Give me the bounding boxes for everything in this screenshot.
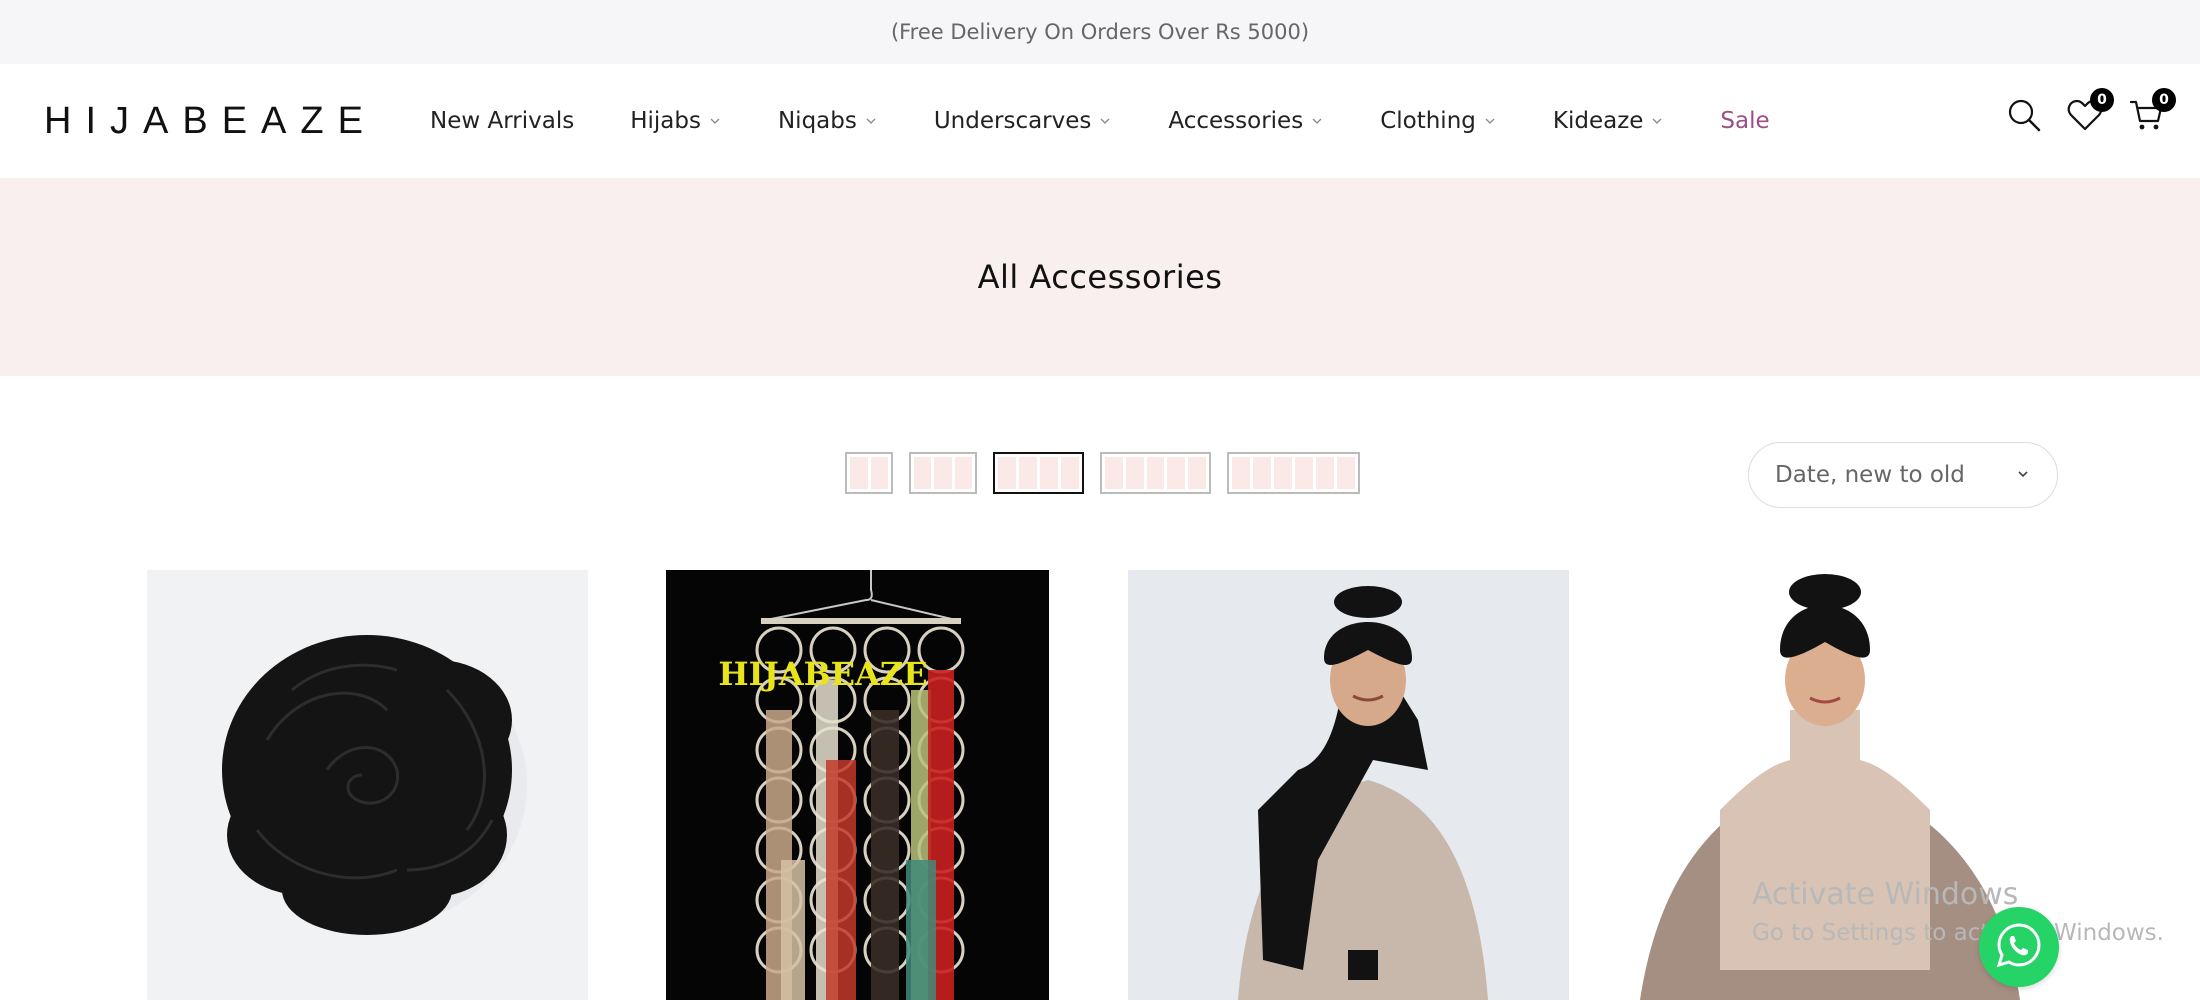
grid-2-columns-button[interactable] [845,452,893,494]
product-image[interactable] [147,570,588,1000]
cart-button[interactable]: 0 [2126,88,2176,138]
announcement-bar: (Free Delivery On Orders Over Rs 5000) [0,0,2200,64]
cart-count-badge: 0 [2152,88,2176,112]
activate-windows-watermark: Activate Windows Go to Settings to activ… [1752,876,2164,952]
chevron-down-icon [708,114,722,128]
black-flower-image [222,635,527,935]
chevron-down-icon [1650,114,1664,128]
organizer-brand-text: HIJABEAZE [718,655,927,693]
nav-item-label: Hijabs [630,108,701,134]
nav-item-label: Clothing [1380,108,1476,134]
nav-item-label: Underscarves [933,108,1092,134]
grid-6-columns-button[interactable] [1227,452,1360,494]
nav-item-niqabs[interactable]: Niqabs [778,108,878,134]
search-icon [2006,97,2042,137]
collection-hero: All Accessories [0,178,2200,376]
page-title: All Accessories [977,258,1223,296]
nav-item-label: New Arrivals [430,108,575,134]
chevron-down-icon [1310,114,1324,128]
brand-logo[interactable]: HIJABEAZE [44,100,377,143]
nav-item-clothing[interactable]: Clothing [1380,108,1497,134]
sort-selected-value: Date, new to old [1775,462,1965,488]
model-turban-cape-image [1238,586,1488,1000]
wishlist-count-badge: 0 [2090,88,2114,112]
sort-select[interactable]: Date, new to old [1748,442,2058,508]
wishlist-button[interactable]: 0 [2064,88,2114,138]
main-nav: New Arrivals Hijabs Niqabs Underscarves … [430,64,1826,178]
nav-item-new-arrivals[interactable]: New Arrivals [430,108,574,134]
whatsapp-icon [1994,920,2044,974]
watermark-title: Activate Windows [1752,877,2019,912]
chevron-down-icon [864,114,878,128]
nav-item-label: Niqabs [777,108,857,134]
hijab-organizer-image: HIJABEAZE [718,570,965,1000]
nav-item-underscarves[interactable]: Underscarves [934,108,1113,134]
chevron-down-icon [1098,114,1112,128]
chevron-down-icon [2015,462,2031,488]
grid-4-columns-button[interactable] [993,452,1084,494]
chevron-down-icon [1483,114,1497,128]
search-button[interactable] [2003,96,2045,138]
product-image[interactable] [1128,570,1569,1000]
grid-5-columns-button[interactable] [1100,452,1211,494]
whatsapp-chat-button[interactable] [1979,907,2059,987]
nav-item-kideaze[interactable]: Kideaze [1553,108,1665,134]
nav-item-hijabs[interactable]: Hijabs [630,108,722,134]
product-image[interactable]: HIJABEAZE [666,570,1049,1000]
watermark-subtitle: Go to Settings to activate Windows. [1752,920,2164,946]
nav-item-label: Accessories [1168,108,1304,134]
nav-item-label: Sale [1720,108,1770,134]
nav-item-label: Kideaze [1552,108,1644,134]
collection-toolbar: Date, new to old [0,430,2200,516]
nav-item-sale[interactable]: Sale [1720,108,1769,134]
nav-item-accessories[interactable]: Accessories [1168,108,1324,134]
grid-3-columns-button[interactable] [909,452,977,494]
site-header: HIJABEAZE New Arrivals Hijabs Niqabs Und… [0,64,2200,178]
announcement-text: (Free Delivery On Orders Over Rs 5000) [890,20,1310,44]
